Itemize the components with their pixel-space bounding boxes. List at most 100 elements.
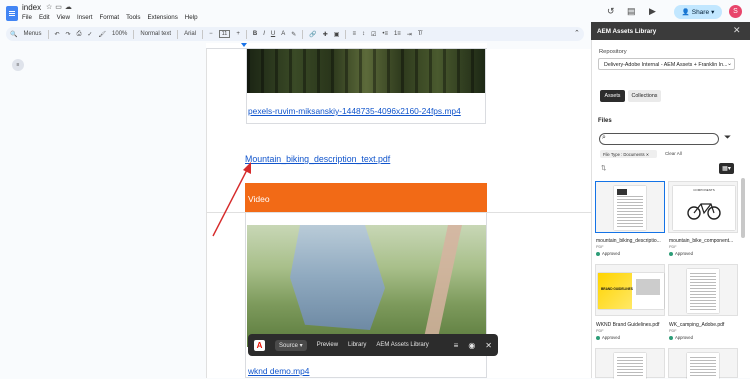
pdf-preview	[687, 269, 719, 313]
highlight-icon[interactable]: ✎	[291, 31, 296, 38]
italic-icon[interactable]: I	[263, 31, 265, 37]
star-icon[interactable]: ☆	[46, 4, 55, 11]
spellcheck-icon[interactable]: ✓	[87, 31, 92, 38]
menu-view[interactable]: View	[57, 14, 70, 21]
sort-icon[interactable]: ⇅	[601, 164, 606, 172]
video-link[interactable]: pexels-ruvim-miksanskiy-1448735-4096x216…	[248, 106, 461, 116]
text-color-icon[interactable]: A	[281, 31, 285, 37]
search-menus[interactable]: Menus	[23, 31, 41, 37]
repository-label: Repository	[599, 49, 627, 55]
increase-font-icon[interactable]: +	[236, 31, 240, 37]
filter-chip[interactable]: File Type : Documents ✕	[600, 150, 657, 158]
menu-icon[interactable]: ≡	[454, 341, 459, 350]
filter-chip-label: File Type : Documents	[603, 152, 645, 157]
status-badge: Approved	[596, 335, 620, 340]
font-size-input[interactable]: 11	[218, 30, 231, 38]
indent-marker-icon[interactable]	[241, 43, 247, 47]
asset-name: WKND Brand Guidelines.pdf	[596, 322, 660, 328]
decrease-font-icon[interactable]: −	[209, 31, 213, 37]
tab-assets[interactable]: Assets	[600, 90, 625, 102]
history-icon[interactable]: ↺	[607, 6, 615, 17]
search-icon[interactable]: 🔍	[10, 31, 17, 38]
numbered-list-icon[interactable]: 1≡	[394, 31, 401, 37]
asset-search-input[interactable]	[599, 133, 719, 145]
asset-card-thumbnail[interactable]	[668, 264, 738, 316]
clear-all-link[interactable]: Clear All	[665, 151, 682, 156]
pdf-preview	[614, 186, 646, 230]
arrow-head	[243, 162, 251, 174]
chip-close-icon[interactable]: ✕	[646, 152, 650, 157]
bike-thumbnail	[617, 189, 627, 195]
preview-button[interactable]: Preview	[317, 342, 338, 348]
folder-icon[interactable]: ▭	[55, 4, 65, 11]
asset-type: PDF	[669, 329, 677, 333]
filter-icon[interactable]: ⏷	[724, 132, 731, 143]
image-icon[interactable]: ▣	[334, 31, 340, 38]
underline-icon[interactable]: U	[271, 31, 275, 37]
meet-icon[interactable]: ▶	[649, 6, 656, 17]
document-title[interactable]: index	[22, 3, 41, 12]
menu-insert[interactable]: Insert	[77, 14, 92, 21]
source-dropdown[interactable]: Source ▾	[275, 339, 307, 351]
wknd-video-link[interactable]: wknd demo.mp4	[248, 366, 309, 376]
outline-icon[interactable]: ≡	[12, 59, 24, 71]
asset-card-thumbnail[interactable]: COMPONENTS	[668, 181, 738, 233]
repository-select[interactable]: Delivery-Adobe Internal - AEM Assets + F…	[598, 58, 735, 70]
annotation-arrow	[212, 162, 251, 237]
style-select[interactable]: Normal text	[140, 31, 171, 37]
pdf-link[interactable]: Mountain_biking_description_text.pdf	[245, 154, 390, 164]
redo-icon[interactable]: ↷	[66, 31, 71, 38]
panel-scrollbar[interactable]	[741, 178, 745, 238]
zoom-select[interactable]: 100%	[112, 31, 127, 37]
close-icon[interactable]: ✕	[485, 341, 492, 350]
font-select[interactable]: Arial	[184, 31, 196, 37]
share-button[interactable]: 👤 Share ▾	[674, 5, 722, 19]
paint-format-icon[interactable]: 🖌	[98, 31, 106, 38]
chevron-down-icon[interactable]: ⌄	[727, 60, 732, 67]
tab-collections[interactable]: Collections	[628, 90, 661, 102]
undo-icon[interactable]: ↶	[55, 31, 60, 38]
avatar[interactable]: S	[729, 5, 742, 18]
asset-type: PDF	[596, 329, 604, 333]
menu-help[interactable]: Help	[185, 14, 198, 21]
checklist-icon[interactable]: ☑	[371, 31, 376, 38]
asset-card-thumbnail[interactable]	[668, 348, 738, 379]
print-icon[interactable]: ⎙	[77, 31, 82, 38]
asset-name: mountain_bike_component...	[669, 238, 734, 244]
close-icon[interactable]: ✕	[733, 25, 741, 36]
library-button[interactable]: Library	[348, 342, 366, 348]
menu-tools[interactable]: Tools	[126, 14, 140, 21]
asset-card-thumbnail[interactable]	[595, 181, 665, 233]
divider	[345, 29, 347, 39]
status-dot	[669, 251, 673, 256]
menu-file[interactable]: File	[22, 14, 32, 21]
comment-icon[interactable]: ✚	[323, 31, 328, 38]
comments-icon[interactable]: ▤	[627, 6, 636, 17]
menu-edit[interactable]: Edit	[39, 14, 50, 21]
user-icon[interactable]: ◉	[468, 341, 475, 350]
docs-logo-icon[interactable]	[6, 6, 18, 21]
menu-extensions[interactable]: Extensions	[148, 14, 178, 21]
status-dot	[669, 335, 673, 340]
cloud-icon[interactable]: ☁	[65, 4, 75, 11]
menu-format[interactable]: Format	[99, 14, 119, 21]
asset-type: PDF	[669, 245, 677, 249]
link-icon[interactable]: 🔗	[309, 31, 316, 38]
status-badge: Approved	[669, 335, 693, 340]
status-label: Approved	[602, 251, 620, 256]
grid-view-toggle[interactable]: ▦▾	[719, 163, 734, 174]
aem-assets-library-button[interactable]: AEM Assets Library	[376, 342, 428, 348]
asset-card-thumbnail[interactable]	[595, 348, 665, 379]
clear-format-icon[interactable]: T̸	[418, 31, 422, 37]
text-lines	[617, 196, 643, 227]
bold-icon[interactable]: B	[253, 31, 257, 37]
divider	[245, 29, 247, 39]
forest-video-thumbnail[interactable]	[247, 49, 485, 93]
divider	[177, 29, 179, 39]
line-spacing-icon[interactable]: ↕	[362, 31, 365, 37]
asset-card-thumbnail[interactable]: BRAND GUIDELINES	[595, 264, 665, 316]
align-icon[interactable]: ≡	[352, 31, 356, 37]
collapse-toolbar-icon[interactable]: ⌃	[574, 29, 580, 37]
bullets-icon[interactable]: •≡	[382, 31, 388, 37]
indent-icon[interactable]: ⇥	[407, 31, 412, 38]
